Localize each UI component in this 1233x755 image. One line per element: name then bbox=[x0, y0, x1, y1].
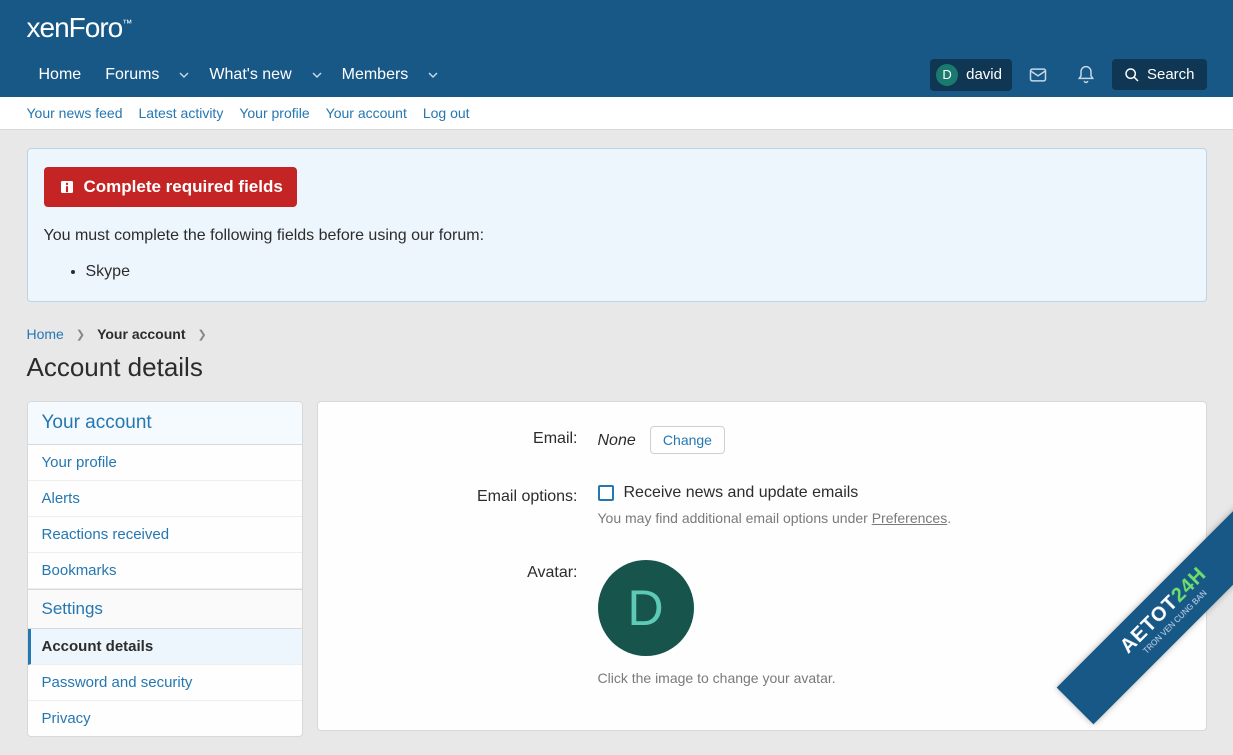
breadcrumb-home[interactable]: Home bbox=[27, 326, 64, 342]
subnav-profile[interactable]: Your profile bbox=[239, 105, 309, 121]
email-label: Email: bbox=[338, 426, 598, 454]
email-options-label: Email options: bbox=[338, 484, 598, 526]
user-avatar-small: D bbox=[936, 64, 958, 86]
receive-news-label: Receive news and update emails bbox=[624, 484, 859, 502]
avatar-image[interactable]: D bbox=[598, 560, 694, 656]
email-value: None bbox=[598, 432, 636, 449]
account-sidebar: Your account Your profile Alerts Reactio… bbox=[27, 401, 303, 737]
site-logo[interactable]: xenForo™ bbox=[27, 12, 132, 43]
notice-box: Complete required fields You must comple… bbox=[27, 148, 1207, 302]
whatsnew-toggle-icon[interactable] bbox=[304, 58, 330, 92]
sidebar-item-profile[interactable]: Your profile bbox=[28, 445, 302, 481]
page-title: Account details bbox=[27, 352, 1207, 383]
notice-field-item: Skype bbox=[86, 263, 1190, 281]
notice-title: Complete required fields bbox=[44, 167, 297, 207]
notice-text: You must complete the following fields b… bbox=[44, 227, 1190, 245]
sidebar-item-bookmarks[interactable]: Bookmarks bbox=[28, 553, 302, 589]
chevron-right-icon: ❯ bbox=[198, 328, 207, 341]
avatar-hint: Click the image to change your avatar. bbox=[598, 670, 1186, 686]
preferences-link[interactable]: Preferences bbox=[872, 510, 947, 526]
info-icon bbox=[58, 178, 76, 196]
nav-home[interactable]: Home bbox=[27, 54, 94, 96]
sidebar-item-reactions[interactable]: Reactions received bbox=[28, 517, 302, 553]
breadcrumb: Home ❯ Your account ❯ bbox=[27, 326, 1207, 342]
inbox-icon[interactable] bbox=[1016, 55, 1060, 95]
search-label: Search bbox=[1147, 66, 1195, 83]
chevron-right-icon: ❯ bbox=[76, 328, 85, 341]
nav-members[interactable]: Members bbox=[330, 54, 421, 96]
search-button[interactable]: Search bbox=[1112, 59, 1207, 90]
user-name: david bbox=[966, 66, 1002, 83]
alerts-icon[interactable] bbox=[1064, 55, 1108, 95]
breadcrumb-current: Your account bbox=[97, 326, 185, 342]
user-menu[interactable]: D david bbox=[930, 59, 1012, 91]
sidebar-item-alerts[interactable]: Alerts bbox=[28, 481, 302, 517]
subnav-logout[interactable]: Log out bbox=[423, 105, 470, 121]
subnav-latest[interactable]: Latest activity bbox=[139, 105, 224, 121]
sidebar-section-settings: Settings bbox=[28, 589, 302, 629]
receive-news-checkbox[interactable] bbox=[598, 485, 614, 501]
search-icon bbox=[1124, 67, 1140, 83]
change-email-button[interactable]: Change bbox=[650, 426, 725, 454]
sidebar-item-account-details[interactable]: Account details bbox=[28, 629, 302, 665]
nav-forums[interactable]: Forums bbox=[93, 54, 171, 96]
sidebar-head: Your account bbox=[28, 402, 302, 445]
sidebar-item-password[interactable]: Password and security bbox=[28, 665, 302, 701]
forums-toggle-icon[interactable] bbox=[171, 58, 197, 92]
account-form: Email: None Change Email options: Receiv… bbox=[317, 401, 1207, 731]
avatar-label: Avatar: bbox=[338, 560, 598, 686]
subnav-feed[interactable]: Your news feed bbox=[27, 105, 123, 121]
sidebar-item-privacy[interactable]: Privacy bbox=[28, 701, 302, 736]
members-toggle-icon[interactable] bbox=[420, 58, 446, 92]
email-options-hint: You may find additional email options un… bbox=[598, 510, 1186, 526]
nav-whatsnew[interactable]: What's new bbox=[197, 54, 303, 96]
subnav-account[interactable]: Your account bbox=[326, 105, 407, 121]
